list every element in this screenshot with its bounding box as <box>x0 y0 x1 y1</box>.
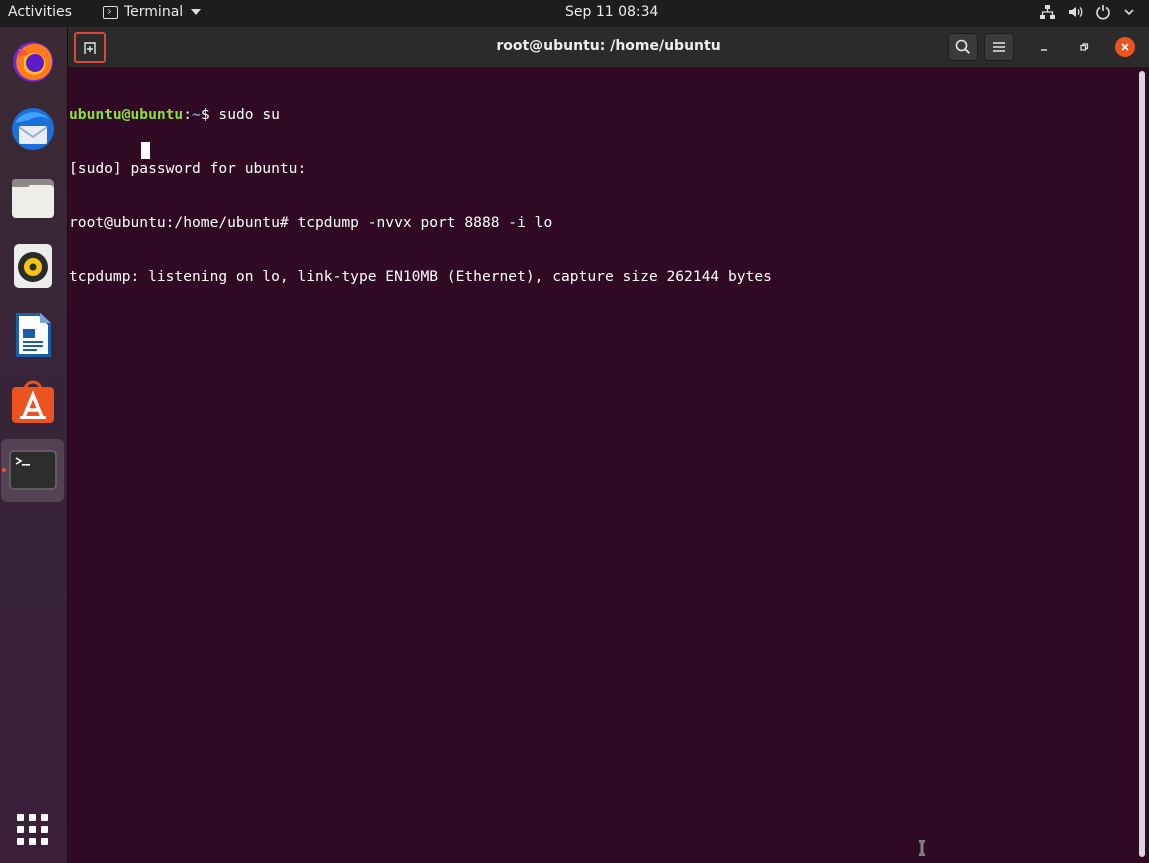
dock-item-rhythmbox[interactable] <box>8 241 58 291</box>
prompt-symbol: $ <box>200 106 219 123</box>
hamburger-icon <box>993 42 1005 52</box>
terminal-line-2: [sudo] password for ubuntu: <box>69 160 307 177</box>
dock-item-terminal[interactable] <box>8 445 58 495</box>
volume-icon[interactable] <box>1067 4 1083 20</box>
command-text: sudo su <box>218 106 280 123</box>
firefox-icon <box>13 42 53 82</box>
terminal-line-4: tcpdump: listening on lo, link-type EN10… <box>69 268 772 285</box>
chevron-down-icon <box>191 9 202 15</box>
dock-item-writer[interactable] <box>8 310 58 360</box>
terminal-icon <box>9 450 57 490</box>
running-indicator <box>2 468 6 472</box>
app-grid-icon[interactable] <box>17 814 48 845</box>
clock[interactable]: Sep 11 08:34 <box>565 4 658 20</box>
minimize-icon <box>1041 49 1047 51</box>
terminal-line-1: ubuntu@ubuntu:~$ sudo su <box>69 106 1135 124</box>
minimize-button[interactable] <box>1034 37 1054 57</box>
terminal-output[interactable]: ubuntu@ubuntu:~$ sudo su [sudo] password… <box>69 70 1135 860</box>
text-cursor <box>141 142 150 159</box>
prompt-user: ubuntu@ubuntu <box>69 106 184 123</box>
menu-button[interactable] <box>984 33 1014 61</box>
files-icon <box>12 179 54 218</box>
app-menu-label: Terminal <box>124 4 184 20</box>
header-bar: root@ubuntu: /home/ubuntu <box>68 27 1149 68</box>
terminal-window: root@ubuntu: /home/ubuntu ubuntu@ubuntu:… <box>68 27 1149 863</box>
search-button[interactable] <box>948 33 978 61</box>
prompt-separator: : <box>183 106 193 123</box>
terminal-icon <box>103 5 118 19</box>
system-tray[interactable] <box>1039 4 1135 20</box>
scrollbar[interactable] <box>1139 71 1145 857</box>
rhythmbox-icon <box>14 244 52 288</box>
dock-item-software[interactable] <box>8 377 58 427</box>
top-bar: Activities Terminal Sep 11 08:34 <box>0 0 1149 27</box>
terminal-line-3: root@ubuntu:/home/ubuntu# tcpdump -nvvx … <box>69 214 553 231</box>
activities-button[interactable]: Activities <box>8 4 72 20</box>
search-icon <box>955 39 970 54</box>
thunderbird-icon <box>12 108 54 150</box>
restore-icon <box>1080 43 1089 51</box>
dock <box>0 27 67 863</box>
power-icon[interactable] <box>1095 4 1111 20</box>
network-icon[interactable] <box>1039 4 1055 20</box>
maximize-button[interactable] <box>1074 37 1094 57</box>
mouse-ibeam-cursor-icon <box>919 840 925 856</box>
writer-icon <box>16 313 51 357</box>
close-icon <box>1121 43 1129 51</box>
app-menu[interactable]: Terminal <box>103 4 202 20</box>
software-icon <box>12 380 54 423</box>
tray-chevron-down-icon[interactable] <box>1123 6 1135 18</box>
close-button[interactable] <box>1115 37 1135 57</box>
prompt-path: ~ <box>192 106 201 123</box>
dock-item-files[interactable] <box>8 173 58 223</box>
dock-item-thunderbird[interactable] <box>8 104 58 154</box>
dock-item-firefox[interactable] <box>8 36 58 86</box>
